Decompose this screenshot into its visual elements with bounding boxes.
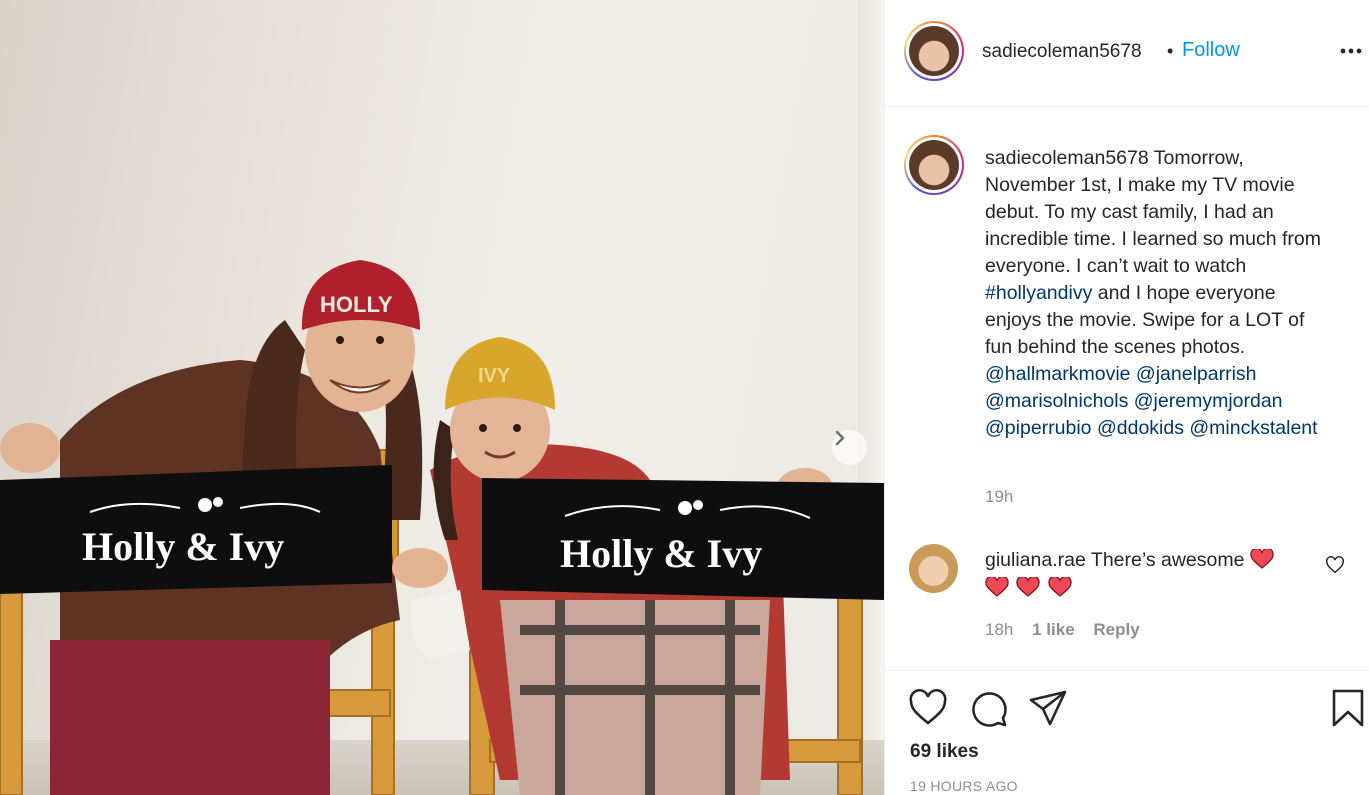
like-heart-icon[interactable] (908, 688, 948, 728)
chevron-right-icon (835, 430, 845, 446)
likes-count[interactable]: 69 likes (910, 741, 979, 763)
avatar-image (909, 26, 959, 76)
comment-username[interactable]: giuliana.rae (985, 549, 1086, 571)
photo-scene: HOLLY IVY Holly & Ivy Holly & Ivy (0, 260, 884, 795)
comment-text: There’s awesome (1090, 549, 1245, 571)
comment-bubble-icon[interactable] (968, 688, 1008, 728)
save-bookmark-icon[interactable] (1328, 688, 1368, 728)
carousel-next-button[interactable] (831, 429, 868, 466)
chair-text-right: Holly & Ivy (560, 531, 762, 576)
beanie-text-ivy: IVY (478, 365, 511, 387)
more-horizontal-icon[interactable] (1339, 44, 1363, 58)
comment: giuliana.rae There’s awesome (985, 546, 1315, 602)
post-details-panel: sadiecoleman5678 • Follow sadiecoleman56… (884, 0, 1369, 795)
post-photo[interactable]: HOLLY IVY Holly & Ivy Holly & Ivy (0, 0, 884, 795)
comment-time[interactable]: 18h (985, 620, 1013, 639)
post-caption: sadiecoleman5678 Tomorrow, November 1st,… (985, 145, 1335, 442)
caption-time[interactable]: 19h (985, 487, 1013, 507)
caption-author-avatar[interactable] (904, 135, 964, 195)
mention-link[interactable]: @minckstalent (1189, 417, 1317, 439)
share-paper-plane-icon[interactable] (1028, 688, 1068, 728)
hashtag-link[interactable]: #hollyandivy (985, 282, 1092, 304)
comment-meta: 18h 1 like Reply (985, 620, 1154, 640)
author-username[interactable]: sadiecoleman5678 (982, 41, 1142, 63)
chair-text-left: Holly & Ivy (82, 524, 284, 569)
mention-link[interactable]: @hallmarkmovie (985, 363, 1131, 385)
caption-username[interactable]: sadiecoleman5678 (985, 147, 1149, 169)
post-timestamp[interactable]: 19 HOURS AGO (910, 778, 1018, 794)
comment-like-heart-icon[interactable] (1325, 556, 1345, 574)
post-header: sadiecoleman5678 • Follow (885, 0, 1369, 107)
mention-link[interactable]: @jeremymjordan (1134, 390, 1283, 412)
beanie-text-holly: HOLLY (320, 292, 393, 317)
red-heart-icon (1250, 549, 1274, 569)
avatar-image (909, 140, 959, 190)
commenter-avatar[interactable] (909, 544, 958, 593)
reply-button[interactable]: Reply (1093, 620, 1139, 639)
red-heart-icon (1016, 577, 1041, 597)
red-heart-icon (1048, 577, 1072, 597)
mention-link[interactable]: @janelparrish (1136, 363, 1257, 385)
post-actions: 69 likes 19 HOURS AGO (885, 670, 1369, 795)
follow-button[interactable]: Follow (1182, 39, 1240, 62)
mention-link[interactable]: @marisolnichols (985, 390, 1128, 412)
mention-link[interactable]: @ddokids (1097, 417, 1184, 439)
mention-link[interactable]: @piperrubio (985, 417, 1092, 439)
red-heart-icon (985, 577, 1009, 597)
comment-likes[interactable]: 1 like (1032, 620, 1075, 639)
separator-dot: • (1167, 41, 1174, 61)
author-avatar[interactable] (904, 21, 964, 81)
